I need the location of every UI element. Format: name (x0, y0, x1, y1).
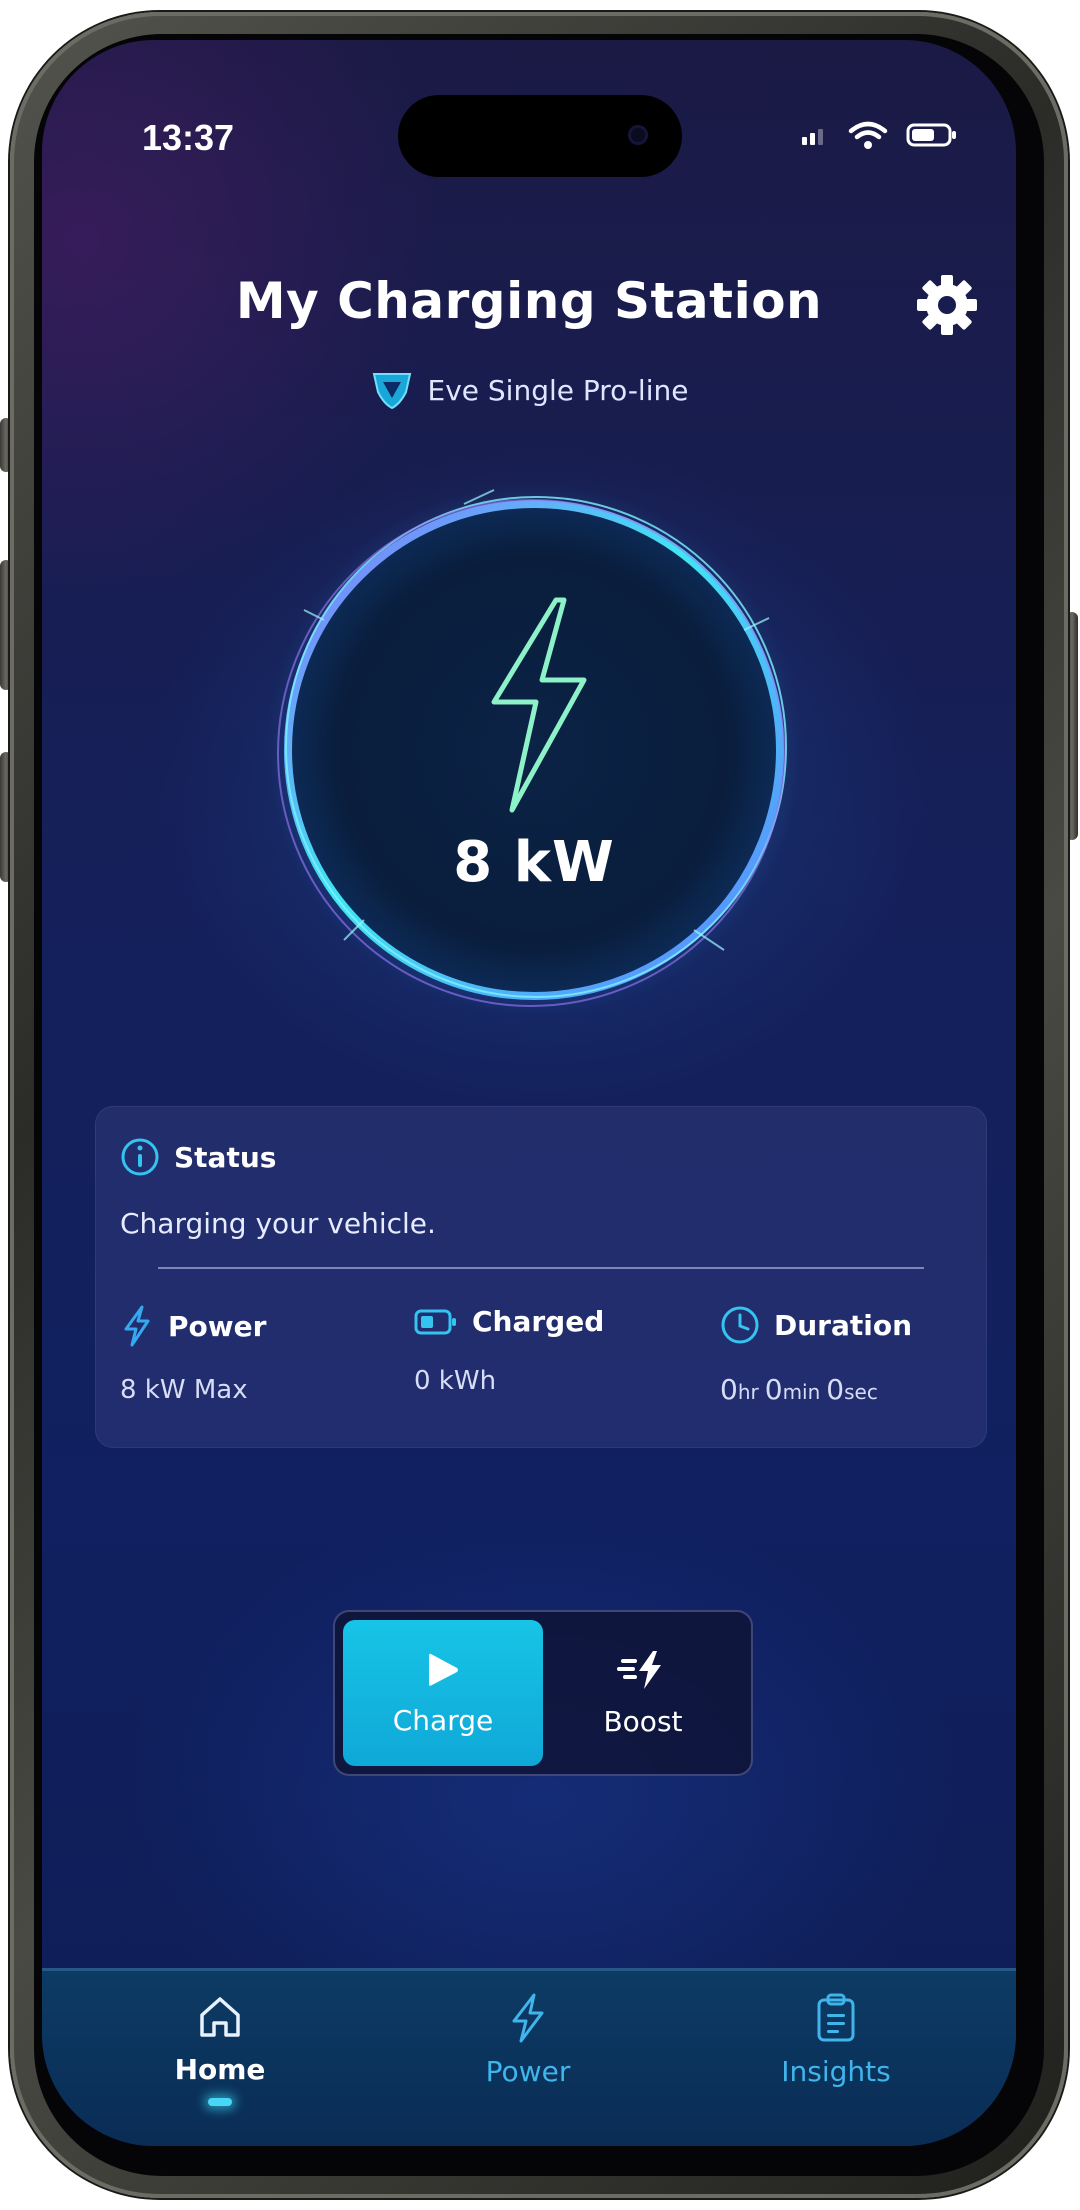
play-icon (429, 1653, 458, 1686)
page-title: My Charging Station (235, 272, 823, 330)
stat-label: Power (168, 1309, 267, 1343)
duration-hours-unit: hr (737, 1380, 759, 1404)
charge-label: Charge (392, 1703, 494, 1737)
boost-label: Boost (603, 1704, 683, 1738)
status-header: Status (120, 1137, 276, 1177)
app-screen: 13:37 My Charging Station Eve Single Pro… (42, 40, 1016, 2146)
duration-seconds: 0 (826, 1373, 845, 1406)
front-camera (628, 125, 648, 145)
signal-icon (800, 124, 830, 150)
stat-duration: Duration 0hr 0min 0sec (720, 1305, 912, 1406)
power-gauge (264, 480, 804, 1020)
nav-power-label: Power (485, 2055, 571, 2088)
status-time: 13:37 (142, 117, 235, 158)
dynamic-island (398, 95, 682, 177)
mode-toggle: Charge Boost (333, 1610, 753, 1776)
stat-power: Power 8 kW Max (120, 1305, 266, 1405)
nav-insights-label: Insights (781, 2055, 891, 2088)
bottom-nav: Home Power Insights (42, 1968, 1016, 2146)
status-bar: 13:37 (42, 40, 1016, 177)
divider (158, 1267, 924, 1269)
lightning-icon (124, 1305, 150, 1347)
clipboard-icon (817, 1993, 855, 2042)
charge-button[interactable]: Charge (343, 1620, 543, 1766)
clock-icon (721, 1306, 759, 1344)
wifi-icon (848, 120, 888, 154)
nav-power[interactable]: Power (428, 1993, 628, 2088)
gear-icon (917, 275, 977, 335)
boost-button[interactable]: Boost (543, 1620, 743, 1766)
device-model: Eve Single Pro-line (42, 368, 1016, 412)
nav-active-indicator (208, 2098, 232, 2106)
status-label: Status (174, 1140, 277, 1174)
home-icon (200, 1997, 240, 2037)
power-ring (266, 482, 802, 1018)
shield-icon (372, 373, 411, 410)
status-card: Status Charging your vehicle. Power 8 kW… (95, 1106, 987, 1448)
power-readout: 8 kW (453, 830, 615, 895)
settings-button[interactable] (912, 270, 982, 340)
info-icon (121, 1138, 159, 1176)
model-name: Eve Single Pro-line (427, 373, 689, 407)
stat-label: Charged (472, 1305, 605, 1338)
stat-value: 8 kW Max (120, 1375, 248, 1405)
stat-charged: Charged 0 kWh (414, 1305, 604, 1396)
status-text: Charging your vehicle. (120, 1207, 436, 1240)
stat-value: 0hr 0min 0sec (720, 1373, 912, 1406)
nav-home[interactable]: Home (120, 1993, 320, 2106)
duration-seconds-unit: sec (844, 1380, 878, 1404)
duration-hours: 0 (720, 1373, 738, 1406)
battery-status-icon (906, 122, 958, 152)
status-icons (800, 120, 958, 154)
nav-insights[interactable]: Insights (736, 1993, 936, 2088)
lightning-icon (512, 1993, 544, 2043)
duration-minutes-unit: min (782, 1380, 821, 1404)
duration-minutes: 0 (764, 1373, 783, 1406)
stat-label: Duration (774, 1308, 913, 1342)
page: 13:37 My Charging Station Eve Single Pro… (0, 0, 1080, 2210)
fast-bolt-icon (617, 1650, 661, 1689)
nav-home-label: Home (174, 2053, 266, 2086)
stat-value: 0 kWh (414, 1366, 497, 1396)
battery-icon (414, 1309, 456, 1334)
